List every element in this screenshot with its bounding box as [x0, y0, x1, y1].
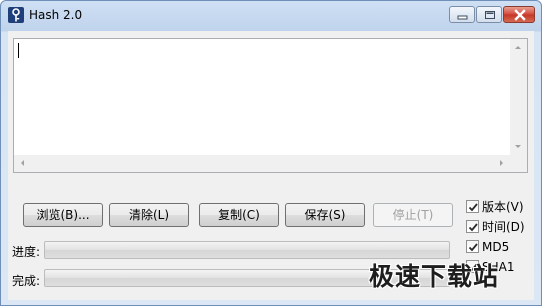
hash-output-textarea[interactable] [13, 38, 528, 173]
title-bar[interactable]: Hash 2.0 [1, 1, 541, 31]
clear-button[interactable]: 清除(L) [109, 203, 189, 227]
vertical-scrollbar[interactable] [510, 39, 527, 155]
key-icon [8, 7, 24, 23]
save-button[interactable]: 保存(S) [285, 203, 365, 227]
checkmark-icon [468, 223, 478, 232]
maximize-icon [485, 11, 495, 19]
window-title: Hash 2.0 [29, 8, 83, 22]
scroll-left-icon[interactable] [21, 160, 24, 166]
time-label: 时间(D) [482, 220, 525, 234]
md5-label: MD5 [482, 240, 510, 254]
option-time[interactable]: 时间(D) [466, 219, 532, 235]
scroll-down-icon[interactable] [515, 145, 521, 148]
scrollbar-corner [510, 155, 527, 172]
scroll-right-icon[interactable] [500, 160, 503, 166]
time-checkbox[interactable] [466, 220, 479, 233]
version-label: 版本(V) [482, 200, 524, 214]
option-md5[interactable]: MD5 [466, 239, 532, 255]
main-window: Hash 2.0 浏览(B)... 清除(L) 复制(C) 保存(S) 停止(T… [0, 0, 542, 306]
copy-button[interactable]: 复制(C) [199, 203, 279, 227]
maximize-button[interactable] [476, 6, 502, 23]
horizontal-scrollbar[interactable] [14, 155, 510, 172]
watermark-logo: 极速下载站 [369, 262, 500, 291]
scroll-up-icon[interactable] [515, 46, 521, 49]
total-progress-label: 完成: [12, 274, 41, 288]
minimize-icon [457, 15, 468, 20]
checkmark-icon [468, 243, 478, 252]
stop-button[interactable]: 停止(T) [373, 203, 453, 227]
close-button[interactable] [503, 6, 535, 23]
md5-checkbox[interactable] [466, 240, 479, 253]
file-progress-label: 进度: [12, 245, 41, 259]
option-version[interactable]: 版本(V) [466, 199, 532, 215]
checkmark-icon [468, 203, 478, 212]
browse-button[interactable]: 浏览(B)... [23, 203, 103, 227]
version-checkbox[interactable] [466, 200, 479, 213]
minimize-button[interactable] [449, 6, 475, 23]
close-icon [514, 9, 526, 21]
text-caret [18, 43, 19, 58]
